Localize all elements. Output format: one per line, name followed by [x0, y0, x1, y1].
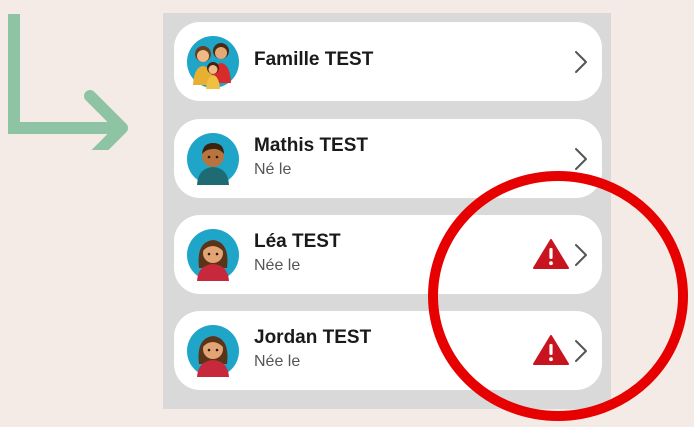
chevron-right-icon[interactable]: [574, 243, 588, 267]
list-item-name: Famille TEST: [254, 49, 374, 70]
list-item-name: Mathis TEST: [254, 135, 369, 156]
chevron-right-icon[interactable]: [574, 50, 588, 74]
list-item-birthdate: Né le: [254, 161, 292, 178]
chevron-right-icon[interactable]: [574, 339, 588, 363]
family-avatar-icon: [187, 36, 239, 89]
list-item-jordan[interactable]: Jordan TEST Née le: [174, 311, 602, 390]
list-item-lea[interactable]: Léa TEST Née le: [174, 215, 602, 294]
girl-avatar-icon: [187, 325, 239, 377]
warning-triangle-icon: [533, 239, 569, 269]
list-item-mathis[interactable]: Mathis TEST Né le: [174, 119, 602, 198]
list-item-birthdate: Née le: [254, 353, 301, 370]
list-item-birthdate: Née le: [254, 257, 301, 274]
chevron-right-icon[interactable]: [574, 147, 588, 171]
boy-avatar-icon: [187, 133, 239, 185]
profile-list: Famille TEST Mathis TEST Né le Léa TEST …: [163, 13, 611, 409]
list-item-name: Jordan TEST: [254, 327, 372, 348]
list-item-famille[interactable]: Famille TEST: [174, 22, 602, 101]
list-item-name: Léa TEST: [254, 231, 341, 252]
screen: { "list": { "items": [ { "name": "Famill…: [0, 0, 694, 427]
warning-triangle-icon: [533, 335, 569, 365]
arrow-down-right-icon: [8, 14, 128, 150]
girl-avatar-icon: [187, 229, 239, 281]
